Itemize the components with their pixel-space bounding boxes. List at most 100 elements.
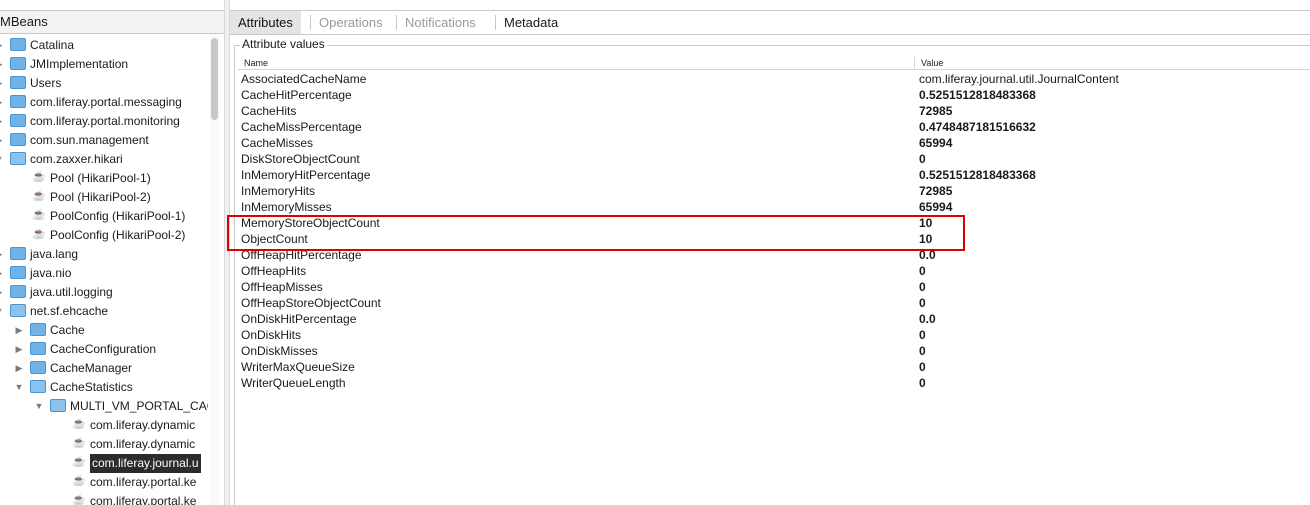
tree-node[interactable]: ▼ com.zaxxer.hikari (0, 150, 208, 169)
tree-node[interactable]: ▶ com.liferay.portal.monitoring (0, 112, 208, 131)
attribute-row[interactable]: OffHeapMisses 0 (238, 279, 1310, 295)
tree-node[interactable]: ▼ net.sf.ehcache (0, 302, 208, 321)
attribute-value[interactable]: 65994 (919, 199, 952, 215)
tree-node[interactable]: ▶ CacheConfiguration (0, 340, 208, 359)
expand-right-icon[interactable]: ▶ (14, 340, 24, 359)
tree-node[interactable]: ☕ com.liferay.dynamic (0, 435, 208, 454)
expand-down-icon[interactable]: ▼ (0, 150, 4, 169)
tab-operations[interactable]: Operations (311, 11, 391, 34)
expand-right-icon[interactable]: ▶ (14, 321, 24, 340)
tree-node[interactable]: ☕ PoolConfig (HikariPool-2) (0, 226, 208, 245)
tree-node[interactable]: ☕ Pool (HikariPool-2) (0, 188, 208, 207)
attribute-row[interactable]: InMemoryMisses 65994 (238, 199, 1310, 215)
tree-node[interactable]: ☕ Pool (HikariPool-1) (0, 169, 208, 188)
attribute-row[interactable]: OffHeapHits 0 (238, 263, 1310, 279)
attribute-value[interactable]: 0 (919, 359, 926, 375)
column-header-name[interactable]: Name (244, 57, 268, 69)
tree-node[interactable]: ▼ CacheStatistics (0, 378, 208, 397)
attribute-value[interactable]: 0.4748487181516632 (919, 119, 1036, 135)
attribute-row[interactable]: CacheMisses 65994 (238, 135, 1310, 151)
attribute-name: WriterQueueLength (241, 376, 346, 390)
attribute-row[interactable]: OffHeapStoreObjectCount 0 (238, 295, 1310, 311)
attribute-value[interactable]: 0 (919, 263, 926, 279)
attribute-row[interactable]: CacheHits 72985 (238, 103, 1310, 119)
tree-node[interactable]: ▶ java.lang (0, 245, 208, 264)
attribute-value[interactable]: com.liferay.journal.util.JournalContent (919, 71, 1119, 87)
expand-right-icon[interactable]: ▶ (14, 359, 24, 378)
tree-node-label: java.nio (30, 266, 72, 280)
attribute-value[interactable]: 72985 (919, 183, 952, 199)
attribute-value[interactable]: 0 (919, 327, 926, 343)
attribute-row[interactable]: OnDiskHitPercentage 0.0 (238, 311, 1310, 327)
expand-down-icon[interactable]: ▼ (14, 378, 24, 397)
expand-right-icon[interactable]: ▶ (0, 245, 4, 264)
tree-node-label: com.liferay.portal.messaging (30, 95, 182, 109)
tree-node[interactable]: ▼ MULTI_VM_PORTAL_CAC (0, 397, 208, 416)
attribute-value[interactable]: 0.5251512818483368 (919, 87, 1036, 103)
expand-down-icon[interactable]: ▼ (34, 397, 44, 416)
column-header-value[interactable]: Value (921, 57, 943, 69)
split-pane-divider[interactable] (224, 0, 230, 505)
attribute-row[interactable]: DiskStoreObjectCount 0 (238, 151, 1310, 167)
tree-node[interactable]: ▶ com.sun.management (0, 131, 208, 150)
attribute-row[interactable]: InMemoryHitPercentage 0.5251512818483368 (238, 167, 1310, 183)
attribute-value[interactable]: 0 (919, 295, 926, 311)
attribute-row[interactable]: AssociatedCacheName com.liferay.journal.u… (238, 71, 1310, 87)
tree-node-label: CacheStatistics (50, 380, 133, 394)
tree-scrollbar[interactable] (210, 36, 220, 505)
attribute-value[interactable]: 72985 (919, 103, 952, 119)
attribute-row[interactable]: WriterMaxQueueSize 0 (238, 359, 1310, 375)
attribute-value[interactable]: 0.0 (919, 311, 936, 327)
tab-attributes[interactable]: Attributes (230, 11, 301, 34)
tree-node[interactable]: ▶ Users (0, 74, 208, 93)
expand-right-icon[interactable]: ▶ (0, 112, 4, 131)
bean-icon: ☕ (72, 494, 86, 505)
attribute-name: CacheHits (241, 104, 297, 118)
tree-node[interactable]: ▶ java.nio (0, 264, 208, 283)
tree-node[interactable]: ☕ com.liferay.journal.u (0, 454, 208, 473)
expand-down-icon[interactable]: ▼ (0, 302, 4, 321)
attribute-row[interactable]: InMemoryHits 72985 (238, 183, 1310, 199)
attribute-name: InMemoryMisses (241, 200, 332, 214)
attribute-row[interactable]: OnDiskMisses 0 (238, 343, 1310, 359)
tab-metadata[interactable]: Metadata (496, 11, 566, 34)
expand-right-icon[interactable]: ▶ (0, 36, 4, 55)
attribute-row[interactable]: OnDiskHits 0 (238, 327, 1310, 343)
tree-node[interactable]: ▶ JMImplementation (0, 55, 208, 74)
bean-icon: ☕ (72, 418, 86, 430)
tree-node-label: com.zaxxer.hikari (30, 152, 123, 166)
mbeans-tree[interactable]: ▶ Catalina ▶ JMImplementation ▶ Users ▶ com.lif… (0, 36, 208, 505)
tree-node-label: java.util.logging (30, 285, 113, 299)
tree-node[interactable]: ☕ com.liferay.portal.ke (0, 492, 208, 505)
tree-node[interactable]: ☕ com.liferay.portal.ke (0, 473, 208, 492)
tree-node-label: Pool (HikariPool-2) (50, 190, 151, 204)
column-divider[interactable] (914, 57, 915, 70)
tree-node[interactable]: ☕ PoolConfig (HikariPool-1) (0, 207, 208, 226)
expand-right-icon[interactable]: ▶ (0, 131, 4, 150)
expand-right-icon[interactable]: ▶ (0, 55, 4, 74)
expand-right-icon[interactable]: ▶ (0, 264, 4, 283)
expand-right-icon[interactable]: ▶ (0, 74, 4, 93)
expand-right-icon[interactable]: ▶ (0, 93, 4, 112)
tab-notifications[interactable]: Notifications (397, 11, 484, 34)
attribute-value[interactable]: 0 (919, 343, 926, 359)
attribute-row[interactable]: CacheMissPercentage 0.4748487181516632 (238, 119, 1310, 135)
attribute-value[interactable]: 0 (919, 279, 926, 295)
tree-node[interactable]: ▶ Cache (0, 321, 208, 340)
tree-node[interactable]: ▶ CacheManager (0, 359, 208, 378)
attribute-value[interactable]: 0 (919, 375, 926, 391)
attribute-row[interactable]: CacheHitPercentage 0.5251512818483368 (238, 87, 1310, 103)
expand-right-icon[interactable]: ▶ (0, 283, 4, 302)
attribute-value[interactable]: 0 (919, 151, 926, 167)
tree-node-label: com.liferay.journal.u (90, 454, 201, 473)
tree-scrollbar-thumb[interactable] (211, 38, 218, 120)
attribute-name: InMemoryHits (241, 184, 316, 198)
tree-node[interactable]: ▶ Catalina (0, 36, 208, 55)
attribute-row[interactable]: WriterQueueLength 0 (238, 375, 1310, 391)
attribute-value[interactable]: 0.5251512818483368 (919, 167, 1036, 183)
attribute-value[interactable]: 65994 (919, 135, 952, 151)
attribute-name: OffHeapHits (241, 264, 307, 278)
tree-node[interactable]: ▶ com.liferay.portal.messaging (0, 93, 208, 112)
tree-node[interactable]: ☕ com.liferay.dynamic (0, 416, 208, 435)
tree-node[interactable]: ▶ java.util.logging (0, 283, 208, 302)
